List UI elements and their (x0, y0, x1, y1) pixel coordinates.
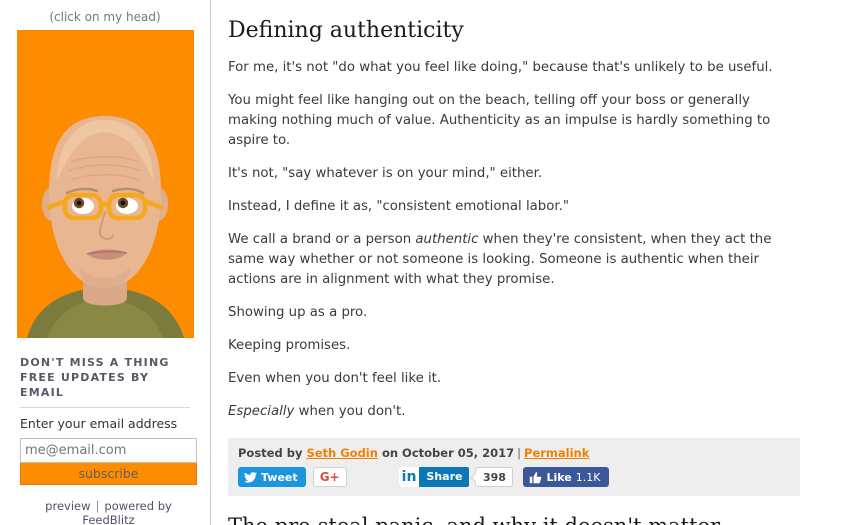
post-date: October 05, 2017 (402, 446, 515, 460)
subscribe-divider (20, 407, 190, 408)
linkedin-share-label: Share (426, 470, 463, 483)
post-paragraph-authentic: We call a brand or a person authentic wh… (228, 230, 788, 290)
post-paragraph: You might feel like hanging out on the b… (228, 93, 771, 148)
facebook-like-button[interactable]: Like 1.1K (523, 467, 610, 487)
thumbs-up-icon (530, 471, 542, 483)
post-meta: Posted by Seth Godin on October 05, 2017… (238, 446, 790, 460)
especially-after: when you don't. (294, 404, 406, 419)
authentic-emphasis: authentic (415, 232, 479, 247)
subscribe-heading: DON'T MISS A THING FREE UPDATES BY EMAIL (20, 355, 190, 400)
post-body-1: For me, it's not "do what you feel like … (228, 58, 831, 422)
facebook-like-count: 1.1K (575, 470, 601, 484)
seth-godin-portrait-image[interactable] (16, 30, 194, 338)
subscribe-button[interactable]: subscribe (20, 463, 197, 485)
post-paragraph: It's not, "say whatever is on your mind,… (228, 166, 543, 181)
blog-page: (click on my head) DON'T MISS A THING FR… (0, 0, 861, 525)
meta-separator: | (517, 446, 522, 460)
linkedin-in-icon: in (398, 467, 420, 487)
share-buttons-row: Tweet G+ in Share 398 Like 1.1K (238, 467, 790, 487)
click-on-my-head-caption: (click on my head) (49, 10, 161, 24)
subscribe-form: subscribe (20, 438, 197, 485)
tweet-label: Tweet (261, 470, 298, 484)
links-separator: | (95, 499, 100, 513)
authentic-before: We call a brand or a person (228, 232, 416, 247)
linkedin-share-count: 398 (475, 467, 514, 487)
post-footer-1: Posted by Seth Godin on October 05, 2017… (228, 438, 800, 496)
preview-link[interactable]: preview (45, 499, 90, 513)
feedblitz-links: preview | powered by FeedBlitz (20, 499, 197, 525)
sidebar: (click on my head) DON'T MISS A THING FR… (0, 0, 211, 525)
post-title-2: The pre-steal panic, and why it doesn't … (228, 514, 831, 525)
portrait-illustration (16, 30, 194, 338)
subscribe-heading-line2: FREE UPDATES BY EMAIL (20, 371, 150, 399)
twitter-bird-icon (244, 471, 257, 483)
twitter-tweet-button[interactable]: Tweet (238, 467, 306, 487)
email-field-label: Enter your email address (20, 416, 178, 431)
author-link[interactable]: Seth Godin (306, 446, 377, 460)
google-plus-button[interactable]: G+ (312, 467, 347, 487)
posted-by-prefix: Posted by (238, 446, 307, 460)
post-paragraph: Even when you don't feel like it. (228, 371, 442, 386)
gplus-label: G+ (319, 470, 340, 484)
facebook-like-label: Like (546, 470, 572, 484)
post-paragraph-especially: Especially when you don't. (228, 402, 788, 422)
main-content: Defining authenticity For me, it's not "… (211, 0, 861, 525)
post-title-1: Defining authenticity (228, 18, 464, 43)
subscribe-heading-line1: DON'T MISS A THING (20, 356, 170, 369)
date-prefix: on (377, 446, 403, 460)
post-paragraph: Keeping promises. (228, 338, 351, 353)
email-input[interactable] (20, 438, 197, 463)
especially-emphasis: Especially (228, 404, 295, 419)
post-paragraph: Instead, I define it as, "consistent emo… (228, 199, 569, 214)
permalink-link[interactable]: Permalink (524, 446, 589, 460)
post-paragraph: For me, it's not "do what you feel like … (228, 60, 773, 75)
subscribe-block: DON'T MISS A THING FREE UPDATES BY EMAIL… (0, 355, 210, 525)
post-paragraph: Showing up as a pro. (228, 305, 368, 320)
linkedin-share-button[interactable]: in Share (398, 467, 470, 487)
